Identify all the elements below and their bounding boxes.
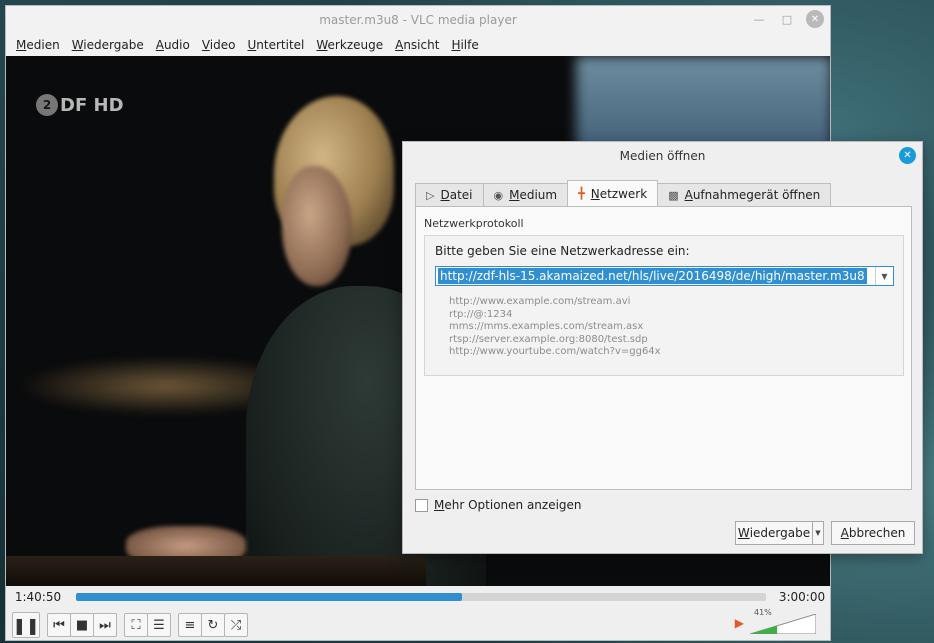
- playback-controls: ❚❚ ⏮ ■ ⏭ ⛶ ☰ ≡ ↻ ⤮ ▶ 41%: [6, 608, 830, 640]
- cancel-button[interactable]: Abbrechen: [831, 521, 915, 545]
- chevron-down-icon[interactable]: ▼: [875, 267, 893, 285]
- play-options-dropdown[interactable]: ▼: [813, 521, 824, 545]
- stop-icon: ■: [75, 617, 89, 633]
- more-options-label: Mehr Optionen anzeigen: [434, 498, 582, 512]
- url-example: rtsp://server.example.org:8080/test.sdp: [449, 333, 648, 345]
- play-button[interactable]: Wiedergabe: [735, 521, 813, 545]
- loop-button[interactable]: ↻: [201, 613, 225, 637]
- network-icon: ╋: [578, 187, 585, 200]
- menu-bar: Medien Wiedergabe Audio Video Untertitel…: [6, 34, 830, 56]
- group-label: Netzwerkprotokoll: [424, 217, 524, 230]
- playlist-icon: ≡: [184, 617, 196, 633]
- shuffle-button[interactable]: ⤮: [224, 613, 248, 637]
- window-controls: — □ ✕: [750, 10, 824, 28]
- elapsed-time: 1:40:50: [14, 590, 62, 604]
- network-tab-panel: Netzwerkprotokoll Bitte geben Sie eine N…: [415, 206, 912, 490]
- shuffle-icon: ⤮: [230, 617, 242, 633]
- fullscreen-button[interactable]: ⛶: [124, 613, 148, 637]
- menu-medien[interactable]: Medien: [10, 38, 66, 52]
- channel-logo-ring: 2: [36, 94, 58, 116]
- dialog-close-icon[interactable]: ✕: [899, 147, 916, 164]
- maximize-icon[interactable]: □: [778, 10, 796, 28]
- dialog-tabs: ▷ Datei ◉ Medium ╋ Netzwerk ▩ Aufnahmege…: [415, 180, 832, 206]
- tab-aufnahmegeraet[interactable]: ▩ Aufnahmegerät öffnen: [657, 183, 832, 206]
- seek-bar[interactable]: [76, 593, 766, 601]
- view-group: ⛶ ☰: [124, 613, 171, 637]
- menu-ansicht[interactable]: Ansicht: [389, 38, 445, 52]
- dialog-title: Medien öffnen: [619, 149, 706, 163]
- menu-untertitel[interactable]: Untertitel: [241, 38, 310, 52]
- dialog-title-bar: Medien öffnen ✕: [403, 142, 922, 170]
- url-examples: http://www.example.com/stream.avi rtp://…: [449, 296, 661, 359]
- channel-logo: 2 DF HD: [36, 94, 124, 116]
- more-options-toggle[interactable]: Mehr Optionen anzeigen: [415, 498, 582, 512]
- open-media-dialog: Medien öffnen ✕ ▷ Datei ◉ Medium ╋ Netzw…: [402, 141, 923, 554]
- pause-icon: ❚❚: [12, 615, 40, 635]
- previous-button[interactable]: ⏮: [47, 613, 71, 637]
- tab-medium[interactable]: ◉ Medium: [482, 183, 569, 206]
- url-example: http://www.yourtube.com/watch?v=gg64x: [449, 346, 661, 357]
- loop-icon: ↻: [207, 617, 219, 633]
- window-title: master.m3u8 - VLC media player: [319, 13, 517, 27]
- transport-group: ⏮ ■ ⏭: [47, 613, 117, 637]
- capture-device-icon: ▩: [668, 188, 679, 202]
- volume-triangle: [750, 614, 816, 634]
- more-options-checkbox[interactable]: [415, 498, 428, 512]
- network-protocol-group: Bitte geben Sie eine Netzwerkadresse ein…: [424, 235, 904, 376]
- next-button[interactable]: ⏭: [93, 613, 117, 637]
- video-desk: [6, 556, 426, 586]
- volume-control: ▶ 41%: [735, 608, 816, 634]
- menu-werkzeuge[interactable]: Werkzeuge: [310, 38, 389, 52]
- extended-settings-button[interactable]: ☰: [147, 613, 171, 637]
- minimize-icon[interactable]: —: [750, 10, 768, 28]
- channel-logo-text: DF HD: [60, 94, 124, 116]
- equalizer-icon: ☰: [153, 617, 165, 633]
- video-presenter-face: [282, 166, 352, 286]
- url-example: rtp://@:1234: [449, 308, 513, 320]
- stop-button[interactable]: ■: [70, 613, 94, 637]
- menu-audio[interactable]: Audio: [150, 38, 196, 52]
- tab-netzwerk[interactable]: ╋ Netzwerk: [567, 180, 659, 206]
- url-example: http://www.example.com/stream.avi: [449, 296, 631, 307]
- title-bar: master.m3u8 - VLC media player — □ ✕: [6, 6, 830, 34]
- chevron-down-icon: ▼: [815, 529, 821, 537]
- playlist-group: ≡ ↻ ⤮: [178, 613, 248, 637]
- seek-bar-fill: [76, 593, 463, 601]
- close-icon[interactable]: ✕: [806, 10, 824, 28]
- seek-row: 1:40:50 3:00:00: [6, 586, 830, 608]
- speaker-icon[interactable]: ▶: [735, 616, 744, 630]
- menu-wiedergabe[interactable]: Wiedergabe: [66, 38, 150, 52]
- url-example: mms://mms.examples.com/stream.asx: [449, 321, 644, 332]
- menu-hilfe[interactable]: Hilfe: [445, 38, 484, 52]
- url-prompt: Bitte geben Sie eine Netzwerkadresse ein…: [435, 244, 690, 258]
- fullscreen-icon: ⛶: [131, 617, 141, 633]
- volume-slider[interactable]: 41%: [750, 608, 816, 634]
- tab-datei[interactable]: ▷ Datei: [415, 183, 484, 206]
- pause-button[interactable]: ❚❚: [12, 612, 40, 638]
- network-url-input[interactable]: http://zdf-hls-15.akamaized.net/hls/live…: [435, 266, 894, 286]
- file-icon: ▷: [426, 188, 435, 202]
- disc-icon: ◉: [493, 188, 504, 202]
- playlist-button[interactable]: ≡: [178, 613, 202, 637]
- previous-icon: ⏮: [53, 617, 65, 633]
- total-time: 3:00:00: [778, 590, 826, 604]
- network-url-value[interactable]: http://zdf-hls-15.akamaized.net/hls/live…: [438, 268, 867, 284]
- menu-video[interactable]: Video: [196, 38, 242, 52]
- next-icon: ⏭: [99, 617, 111, 633]
